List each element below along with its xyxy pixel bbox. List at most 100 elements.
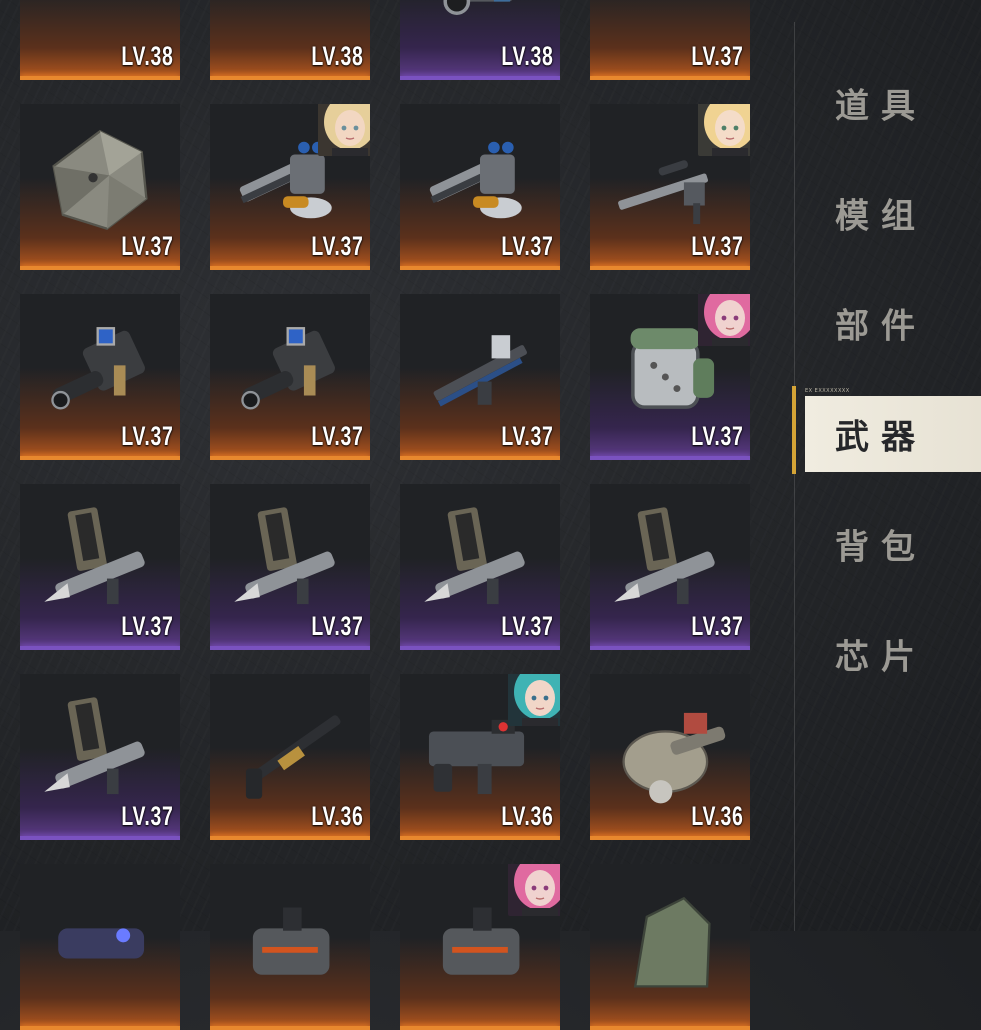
tab-3[interactable]: 武器: [805, 396, 981, 472]
level-label: LV.38: [501, 41, 554, 71]
inventory-card[interactable]: LV.37: [210, 294, 370, 460]
inventory-card[interactable]: LV.37: [20, 484, 180, 650]
rarity-bar: [590, 1026, 750, 1030]
rarity-bar: [20, 1026, 180, 1030]
level-label: LV.38: [311, 41, 364, 71]
inventory-card[interactable]: LV.37: [590, 0, 750, 80]
inventory-card[interactable]: LV.37: [590, 104, 750, 270]
inventory-card[interactable]: [210, 864, 370, 1030]
drill-launcher-icon: [42, 502, 158, 618]
inventory-card[interactable]: LV.37: [210, 484, 370, 650]
level-label: LV.37: [691, 421, 744, 451]
inventory-card[interactable]: LV.37: [20, 294, 180, 460]
level-label: LV.37: [691, 611, 744, 641]
inventory-card[interactable]: [400, 864, 560, 1030]
rarity-bar: [590, 266, 750, 270]
rarity-bar: [400, 266, 560, 270]
inventory-card[interactable]: LV.38: [400, 0, 560, 80]
smg-icon: [42, 312, 158, 428]
gatling-gun-icon: [422, 122, 538, 238]
tab-label: 部件: [835, 306, 927, 347]
character-portrait-pink-hair-girl: [508, 864, 560, 916]
rarity-bar: [590, 76, 750, 80]
level-label: LV.36: [501, 801, 554, 831]
panel-divider: [794, 22, 795, 931]
level-label: LV.37: [691, 231, 744, 261]
rarity-bar: [210, 76, 370, 80]
inventory-card[interactable]: LV.38: [210, 0, 370, 80]
tab-label: 道具: [835, 86, 927, 127]
level-label: LV.37: [121, 421, 174, 451]
rarity-bar: [400, 1026, 560, 1030]
rarity-bar: [590, 646, 750, 650]
inventory-grid: LV.38 LV.38 LV.38 LV.37 LV.37 LV.37 LV.37 LV.37…: [20, 0, 760, 1030]
level-label: LV.37: [501, 231, 554, 261]
inventory-card[interactable]: LV.37: [20, 674, 180, 840]
turret-icon: [232, 882, 348, 998]
tab-label: 背包: [835, 527, 927, 568]
active-tab-marker: [792, 386, 796, 474]
inventory-card[interactable]: LV.36: [400, 674, 560, 840]
character-portrait-teal-hair-girl: [508, 674, 560, 726]
rarity-bar: [590, 836, 750, 840]
rarity-bar: [210, 456, 370, 460]
inventory-card[interactable]: LV.37: [400, 104, 560, 270]
character-portrait-blonde-headset-girl: [698, 104, 750, 156]
blaster-icon: [42, 882, 158, 998]
rarity-bar: [20, 266, 180, 270]
tab-4[interactable]: 背包: [805, 506, 981, 582]
inventory-card[interactable]: LV.37: [590, 294, 750, 460]
inventory-card[interactable]: LV.38: [20, 0, 180, 80]
rarity-bar: [210, 266, 370, 270]
inventory-card[interactable]: [20, 864, 180, 1030]
inventory-card[interactable]: LV.37: [20, 104, 180, 270]
inventory-card[interactable]: LV.36: [210, 674, 370, 840]
inventory-card[interactable]: LV.37: [400, 294, 560, 460]
inventory-card[interactable]: LV.37: [210, 104, 370, 270]
level-label: LV.37: [501, 421, 554, 451]
level-label: LV.37: [501, 611, 554, 641]
rarity-bar: [210, 646, 370, 650]
armor-plate-icon: [42, 122, 158, 238]
inventory-card[interactable]: LV.36: [590, 674, 750, 840]
smg-icon: [232, 312, 348, 428]
rarity-bar: [20, 456, 180, 460]
rarity-bar: [210, 836, 370, 840]
level-label: LV.37: [311, 611, 364, 641]
level-label: LV.38: [121, 41, 174, 71]
tab-5[interactable]: 芯片: [805, 616, 981, 692]
long-rifle-icon: [232, 692, 348, 808]
tab-2[interactable]: 部件: [805, 285, 981, 361]
level-label: LV.37: [121, 611, 174, 641]
inventory-card[interactable]: LV.37: [590, 484, 750, 650]
active-tab-tag: EX EXXXXXXXX: [805, 388, 850, 394]
level-label: LV.37: [691, 41, 744, 71]
tab-label: 武器: [835, 417, 927, 458]
rarity-bar: [400, 836, 560, 840]
drill-launcher-icon: [422, 502, 538, 618]
drill-launcher-icon: [612, 502, 728, 618]
tab-label: 芯片: [835, 637, 927, 678]
tab-label: 模组: [835, 196, 927, 237]
level-label: LV.37: [311, 421, 364, 451]
level-label: LV.37: [121, 801, 174, 831]
rail-rifle-icon: [422, 312, 538, 428]
character-portrait-pink-hair-girl: [698, 294, 750, 346]
armor-green-icon: [612, 882, 728, 998]
pod-cannon-icon: [612, 692, 728, 808]
rarity-bar: [210, 1026, 370, 1030]
level-label: LV.36: [691, 801, 744, 831]
rarity-bar: [20, 646, 180, 650]
rarity-bar: [20, 76, 180, 80]
rarity-bar: [400, 646, 560, 650]
inventory-card[interactable]: [590, 864, 750, 1030]
rarity-bar: [20, 836, 180, 840]
level-label: LV.36: [311, 801, 364, 831]
tab-0[interactable]: 道具: [805, 65, 981, 141]
rarity-bar: [400, 456, 560, 460]
character-portrait-blonde-girl: [318, 104, 370, 156]
inventory-card[interactable]: LV.37: [400, 484, 560, 650]
tab-1[interactable]: 模组: [805, 175, 981, 251]
rarity-bar: [590, 456, 750, 460]
level-label: LV.37: [311, 231, 364, 261]
